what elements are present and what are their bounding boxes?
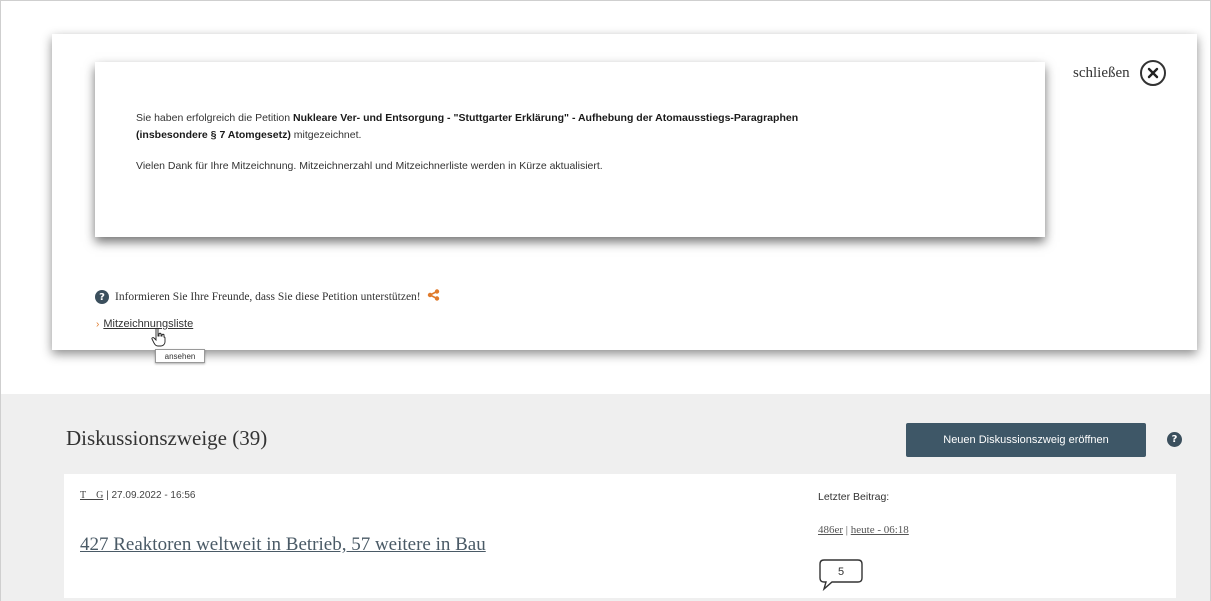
speech-bubble-icon: 5 <box>819 559 863 592</box>
reply-count: 5 <box>838 566 844 578</box>
meta-separator: | <box>103 490 112 501</box>
last-post-label: Letzter Beitrag: <box>818 491 890 503</box>
message-prefix: Sie haben erfolgreich die Petition <box>136 112 294 124</box>
question-circle-icon[interactable]: ? <box>95 290 109 304</box>
question-circle-icon[interactable]: ? <box>1167 432 1182 447</box>
new-thread-button[interactable]: Neuen Diskussionszweig eröffnen <box>906 423 1146 457</box>
close-icon[interactable] <box>1139 60 1166 86</box>
thread-author[interactable]: T__G <box>80 490 103 501</box>
reply-count-bubble: 5 <box>818 558 864 597</box>
success-message-box <box>95 62 1045 237</box>
chevron-right-icon: › <box>96 318 100 330</box>
petition-title-line2: (insbesondere § 7 Atomgesetz) <box>136 129 291 141</box>
thread-title-link[interactable]: 427 Reaktoren weltweit in Betrieb, 57 we… <box>80 534 486 556</box>
last-post-info: 486er | heute - 06:18 <box>818 524 909 536</box>
discussion-title: Diskussionszweige (39) <box>66 426 268 450</box>
close-area[interactable]: schließen <box>1073 60 1166 86</box>
success-message: Sie haben erfolgreich die Petition Nukle… <box>136 110 1036 144</box>
share-row: ? Informieren Sie Ihre Freunde, dass Sie… <box>95 288 440 306</box>
last-post-time[interactable]: heute - 06:18 <box>851 524 909 536</box>
share-text: Informieren Sie Ihre Freunde, dass Sie d… <box>115 291 421 303</box>
thread-date: 27.09.2022 - 16:56 <box>111 490 196 501</box>
message-suffix: mitgezeichnet. <box>290 129 362 141</box>
thread-meta: T__G | 27.09.2022 - 16:56 <box>80 490 195 501</box>
share-icon[interactable] <box>427 288 440 306</box>
tooltip: ansehen <box>155 349 205 363</box>
last-post-author[interactable]: 486er <box>818 524 843 536</box>
list-row: › Mitzeichnungsliste <box>96 318 193 330</box>
thanks-message: Vielen Dank für Ihre Mitzeichnung. Mitze… <box>136 160 603 172</box>
close-label[interactable]: schließen <box>1073 65 1130 82</box>
petition-title: Nukleare Ver- und Entsorgung - "Stuttgar… <box>293 112 799 124</box>
signature-list-link[interactable]: Mitzeichnungsliste <box>103 318 193 330</box>
